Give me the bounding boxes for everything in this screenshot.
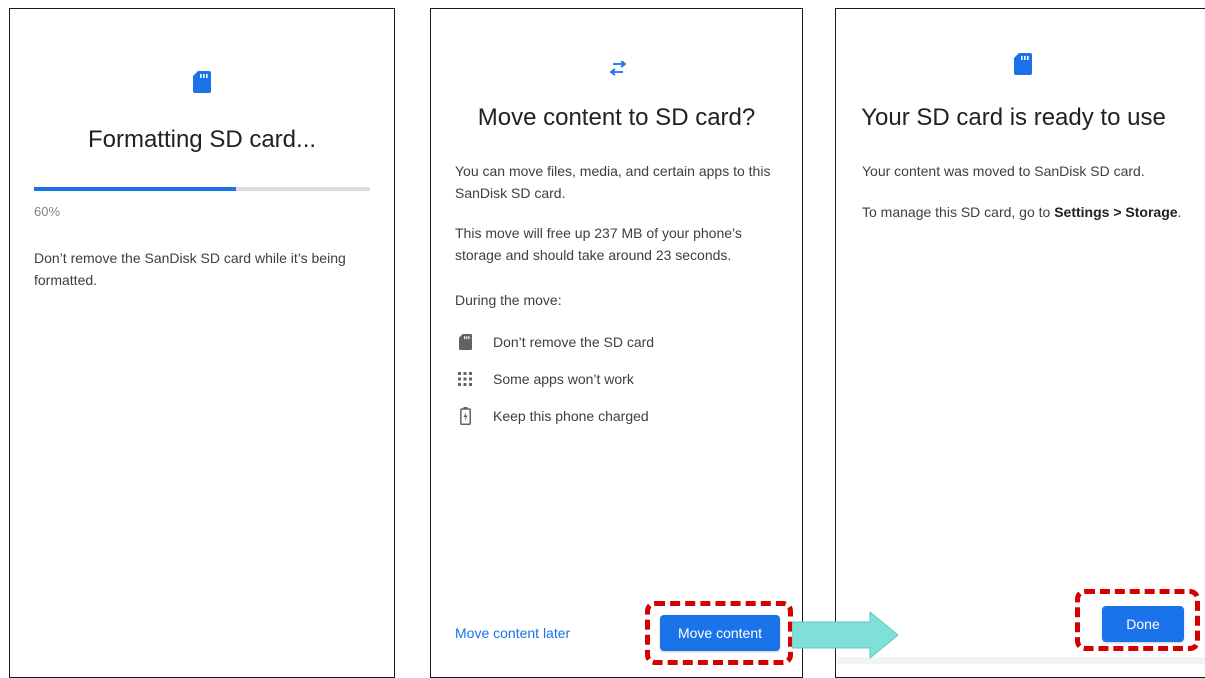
list-item: Some apps won’t work <box>457 368 634 390</box>
progress-fill <box>34 187 236 191</box>
sd-card-icon <box>193 71 211 93</box>
swap-arrows-icon <box>609 60 627 82</box>
sd-card-icon <box>1014 53 1032 75</box>
format-message: Don’t remove the SanDisk SD card while i… <box>34 250 346 288</box>
done-highlight <box>1075 589 1200 651</box>
move-content-highlight <box>645 601 793 665</box>
move-content-screen: Move content to SD card? You can move fi… <box>430 8 803 678</box>
settings-storage-path: Settings > Storage <box>1054 204 1178 220</box>
sd-card-icon <box>457 333 473 351</box>
list-item-label: Keep this phone charged <box>493 408 649 424</box>
list-item: Keep this phone charged <box>457 405 649 427</box>
move-paragraph-1: You can move files, media, and certain a… <box>455 163 771 201</box>
page-title: Your SD card is ready to use <box>861 104 1166 131</box>
page-title: Formatting SD card... <box>87 126 317 153</box>
battery-charging-icon <box>457 407 473 425</box>
ready-message: Your content was moved to SanDisk SD car… <box>862 163 1145 179</box>
flow-arrow-icon <box>791 610 902 665</box>
page-title: Move content to SD card? <box>477 104 756 131</box>
apps-grid-icon <box>457 370 473 388</box>
manage-suffix: . <box>1177 204 1182 220</box>
manage-instructions: To manage this SD card, go to Settings >… <box>862 201 1205 223</box>
progress-percent: 60% <box>34 204 61 219</box>
list-item-label: Some apps won’t work <box>493 371 634 387</box>
move-content-later-button[interactable]: Move content later <box>455 625 570 641</box>
format-progress-bar <box>34 187 370 191</box>
list-item-label: Don’t remove the SD card <box>493 334 655 350</box>
manage-prefix: To manage this SD card, go to <box>862 204 1055 220</box>
ready-screen: Your SD card is ready to use Your conten… <box>835 8 1205 678</box>
during-move-label: During the move: <box>455 292 562 308</box>
move-paragraph-2: This move will free up 237 MB of your ph… <box>455 225 742 263</box>
list-item: Don’t remove the SD card <box>457 331 654 353</box>
formatting-screen: Formatting SD card... 60% Don’t remove t… <box>9 8 395 678</box>
